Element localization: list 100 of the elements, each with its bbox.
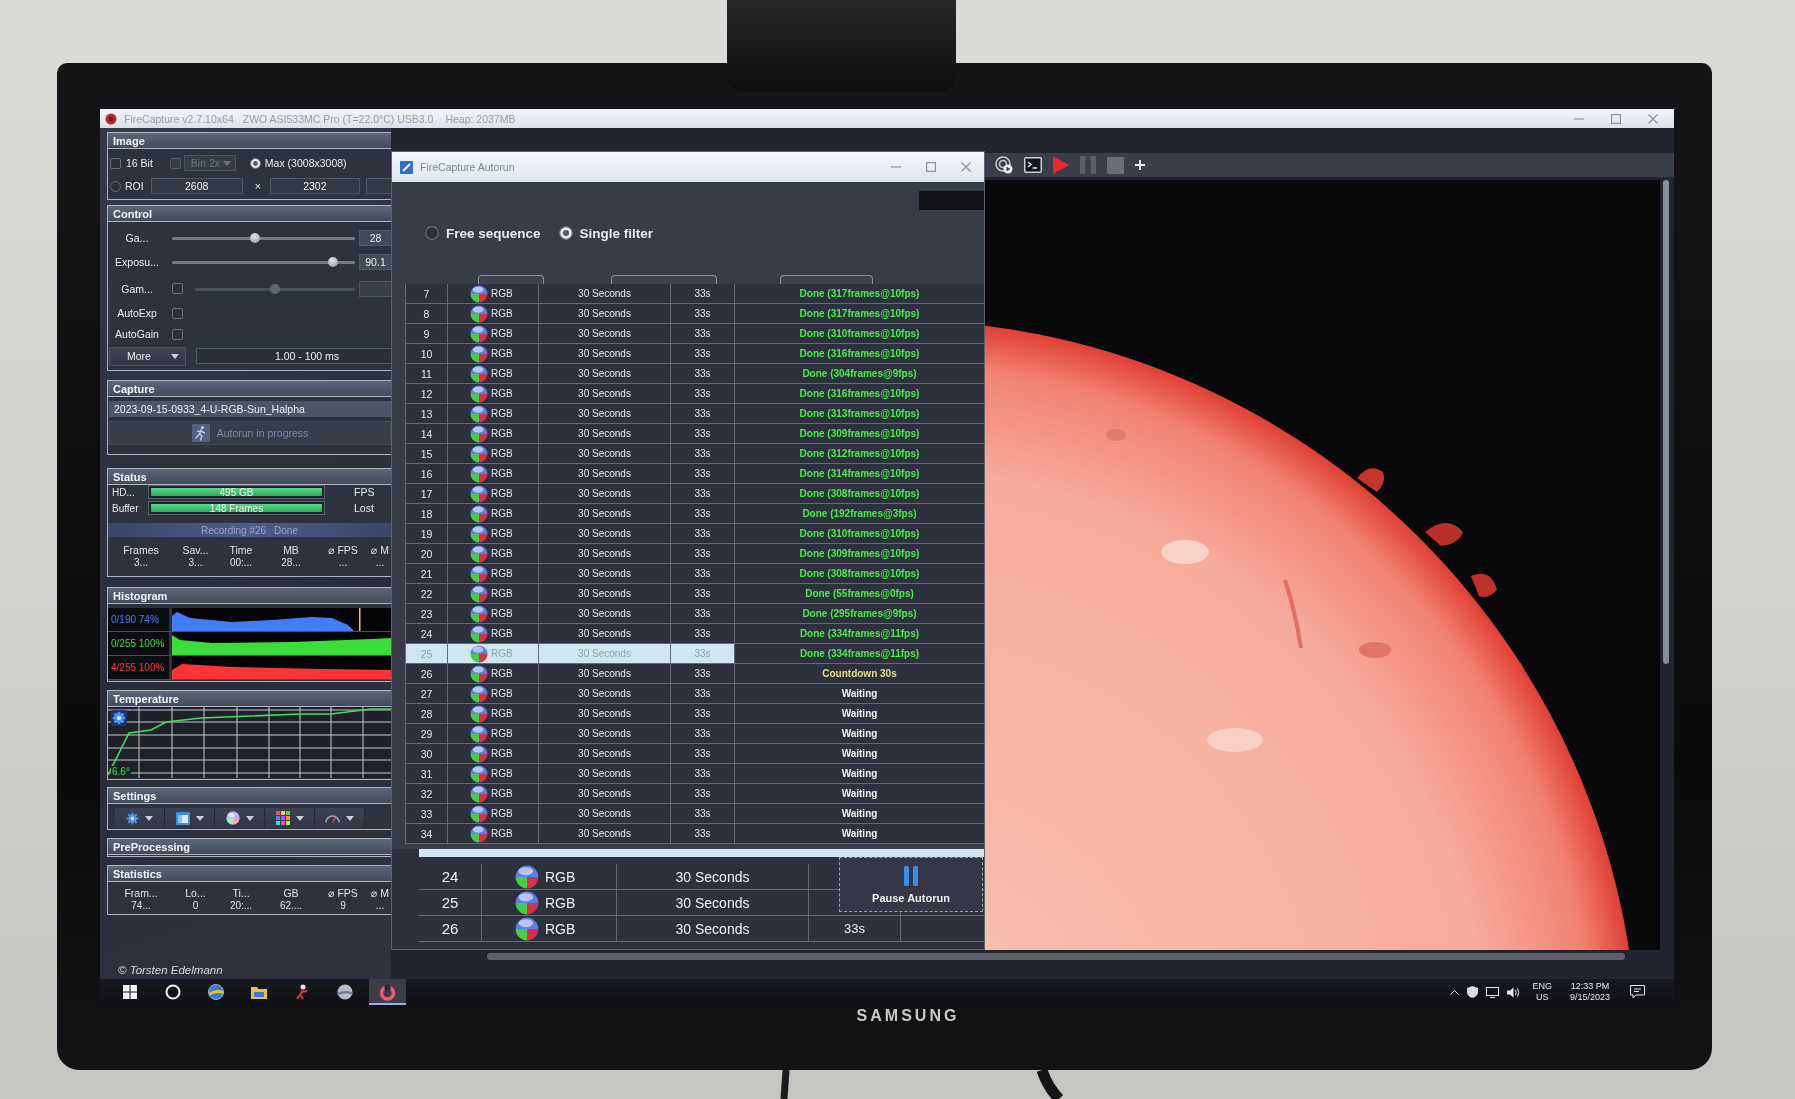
- time-cell: 33s: [671, 684, 735, 703]
- column-value: 00:...: [229, 556, 253, 568]
- time-cell: 33s: [809, 916, 901, 941]
- status-cell-text: Done (309frames@10fps): [798, 547, 921, 561]
- status-cell-text: Done (317frames@10fps): [798, 307, 921, 321]
- section-header: Histogram: [108, 588, 391, 604]
- checkbox[interactable]: [110, 157, 121, 169]
- time-cell: 33s: [671, 544, 735, 563]
- ring-icon[interactable]: [369, 979, 406, 1005]
- row-number: 16: [406, 464, 448, 483]
- globe-icon[interactable]: [207, 984, 224, 1000]
- column-label: Frames: [123, 543, 159, 556]
- row-number: 30: [406, 744, 448, 763]
- duration-cell: 30 Seconds: [539, 684, 671, 703]
- status-cell-text: Waiting: [840, 687, 879, 701]
- radio-option[interactable]: Free sequence: [425, 225, 541, 241]
- duration-cell: 30 Seconds: [539, 704, 671, 723]
- maximize-icon[interactable]: [926, 162, 936, 172]
- monitor-icon[interactable]: [1486, 986, 1500, 998]
- more-button[interactable]: More: [109, 346, 186, 366]
- column-label: Ti...: [232, 886, 250, 899]
- sphere-icon: [470, 364, 488, 383]
- region-label[interactable]: US: [1535, 992, 1549, 1003]
- column-label: Lo...: [185, 886, 206, 899]
- pause-autorun-button[interactable]: Pause Autorun: [839, 857, 983, 912]
- slider-thumb[interactable]: [249, 233, 260, 243]
- sphere-icon: [470, 624, 488, 643]
- time-cell: 33s: [671, 644, 735, 663]
- filter-name: RGB: [491, 768, 513, 779]
- duration-cell: 30 Seconds: [539, 644, 671, 663]
- radio-option[interactable]: Single filter: [558, 225, 654, 241]
- radio-button[interactable]: [425, 226, 439, 240]
- column-label: ⌀ FPS: [328, 543, 358, 556]
- terminal-icon[interactable]: [1024, 157, 1042, 173]
- planet-icon[interactable]: [336, 984, 353, 1000]
- plus-icon[interactable]: [1135, 160, 1145, 170]
- filter-name: RGB: [545, 894, 576, 911]
- duration-cell: 30 Seconds: [617, 916, 809, 941]
- roi-width-field[interactable]: 2608: [150, 178, 243, 194]
- status-cell-text: Done (55frames@0fps): [804, 587, 915, 601]
- time-cell: 33s: [671, 664, 735, 683]
- section-header: Statistics: [108, 866, 391, 882]
- credit-text: © Torsten Edelmann: [118, 964, 224, 976]
- speaker-icon[interactable]: [1507, 986, 1521, 998]
- value-field[interactable]: [359, 280, 391, 297]
- duration-cell: 30 Seconds: [539, 664, 671, 683]
- row-number: 7: [406, 284, 448, 303]
- value-field[interactable]: 28: [359, 230, 391, 246]
- dropdown-button[interactable]: [265, 808, 315, 828]
- folder-icon[interactable]: [250, 984, 267, 1000]
- histogram-reading: 4/255 100%: [108, 656, 169, 679]
- close-icon[interactable]: [1648, 113, 1658, 124]
- windows-icon[interactable]: [122, 985, 137, 999]
- notification-icon[interactable]: [1630, 985, 1645, 999]
- range-field[interactable]: 1.00 - 100 ms: [196, 348, 391, 364]
- slider-track[interactable]: [172, 257, 355, 267]
- checkbox[interactable]: [172, 328, 183, 340]
- sphere-icon: [470, 384, 488, 403]
- radio-button[interactable]: [110, 180, 121, 192]
- status-cell-text: Done (304frames@9fps): [801, 367, 918, 381]
- language-label[interactable]: ENG: [1532, 981, 1552, 992]
- status-cell-text: Waiting: [840, 727, 879, 741]
- roi-height-field[interactable]: 2302: [269, 178, 360, 194]
- sphere-icon: [470, 744, 488, 763]
- clock-date[interactable]: 9/15/2023: [1569, 992, 1610, 1003]
- input-field[interactable]: [365, 178, 391, 194]
- caret-up-icon[interactable]: [1450, 989, 1460, 995]
- close-icon[interactable]: [961, 162, 971, 172]
- meter-label: HD...: [111, 486, 136, 498]
- sphere-icon: [225, 811, 240, 825]
- column-header-tab[interactable]: [611, 275, 717, 284]
- target-icon[interactable]: [995, 156, 1013, 174]
- dropdown-button[interactable]: [165, 808, 215, 828]
- column-label: ⌀ FPS: [328, 886, 358, 899]
- play-icon[interactable]: [1053, 156, 1069, 174]
- dropdown-button[interactable]: [315, 808, 365, 828]
- window-title: FireCapture v2.7.10x64: [124, 112, 234, 125]
- clock-time[interactable]: 12:33 PM: [1570, 981, 1610, 992]
- radio-button[interactable]: [558, 226, 573, 240]
- column-header-tab[interactable]: [478, 275, 544, 284]
- column-header-tab[interactable]: [780, 275, 873, 284]
- filename-field[interactable]: 2023-09-15-0933_4-U-RGB-Sun_Halpha: [109, 401, 391, 417]
- row-number: 24: [419, 864, 482, 889]
- duration-cell: 30 Seconds: [539, 404, 671, 423]
- duration-cell: 30 Seconds: [539, 784, 671, 803]
- slider-track[interactable]: [172, 233, 355, 243]
- dropdown-button[interactable]: [215, 808, 265, 828]
- shield-icon[interactable]: [1467, 986, 1479, 998]
- column-value: 28...: [281, 556, 301, 568]
- value-field[interactable]: 90.1: [359, 254, 391, 270]
- slider-thumb[interactable]: [327, 257, 338, 267]
- maximize-icon[interactable]: [1611, 113, 1621, 124]
- window-icon: [175, 811, 190, 825]
- dropdown-button[interactable]: [115, 808, 165, 828]
- radio-button[interactable]: [249, 157, 261, 169]
- row-number: 23: [406, 604, 448, 623]
- checkbox[interactable]: [172, 307, 183, 319]
- figure-icon[interactable]: [293, 984, 310, 1000]
- sphere-icon: [470, 704, 488, 723]
- search-icon[interactable]: [164, 984, 181, 1000]
